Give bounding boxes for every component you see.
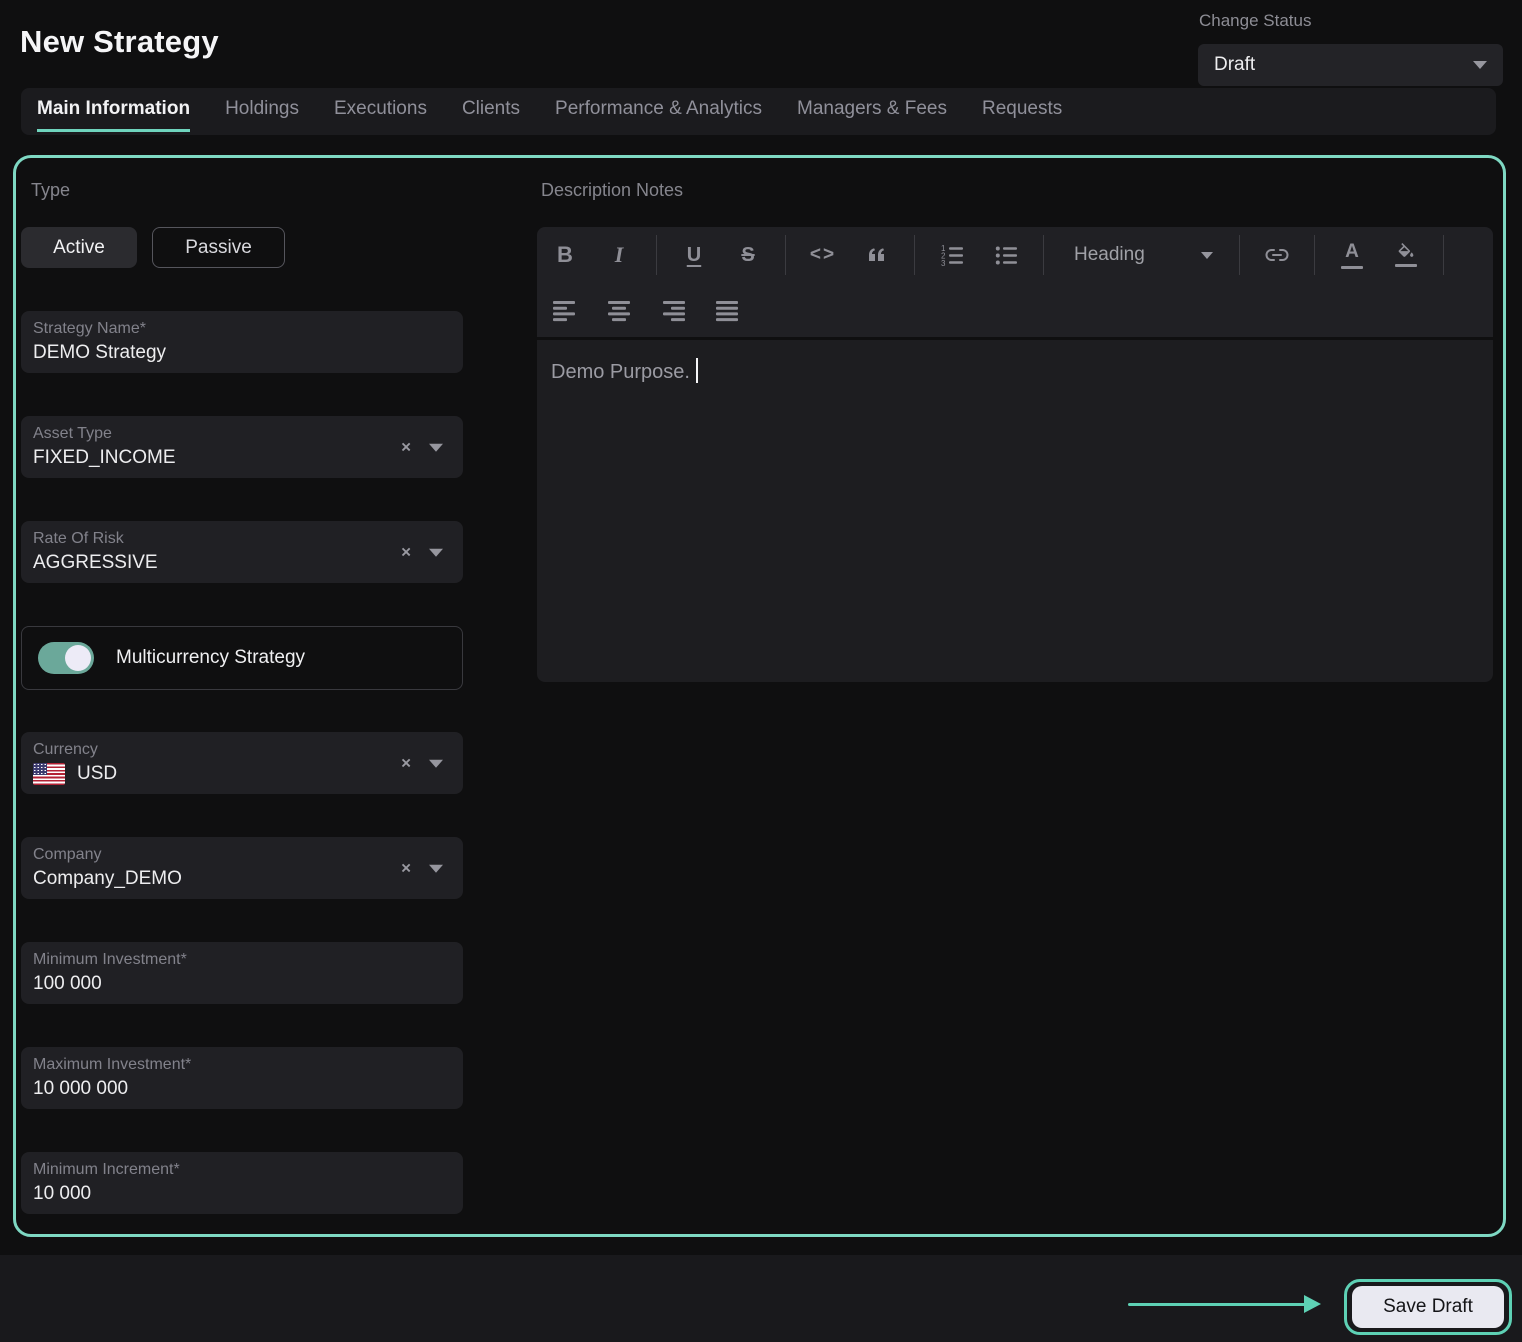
asset-type-label: Asset Type [33, 425, 451, 443]
rate-of-risk-value: AGGRESSIVE [33, 552, 451, 574]
currency-value: USD [77, 763, 117, 785]
save-draft-button[interactable]: Save Draft [1352, 1286, 1504, 1328]
editor-content: Demo Purpose. [551, 361, 690, 383]
type-active-button[interactable]: Active [21, 227, 137, 268]
tab-bar: Main Information Holdings Executions Cli… [21, 88, 1496, 135]
minimum-increment-label: Minimum Increment* [33, 1161, 451, 1179]
italic-button[interactable]: I [592, 227, 646, 283]
status-value: Draft [1214, 54, 1255, 76]
text-color-button[interactable]: A [1325, 227, 1379, 283]
highlight-arrow-line [1128, 1303, 1306, 1306]
multicurrency-row: Multicurrency Strategy [21, 626, 463, 690]
us-flag-icon [33, 763, 65, 785]
editor-toolbar: B I U S <> 123 [537, 227, 1493, 337]
tab-requests[interactable]: Requests [982, 88, 1062, 132]
fill-color-button[interactable] [1379, 227, 1433, 283]
text-color-glyph: A [1345, 241, 1359, 263]
toolbar-divider [785, 235, 786, 275]
main-information-panel: Type Active Passive Strategy Name* DEMO … [13, 155, 1506, 1237]
type-passive-button[interactable]: Passive [152, 227, 285, 268]
toolbar-row-1: B I U S <> 123 [537, 227, 1493, 283]
currency-dropdown[interactable]: Currency USD × [21, 732, 463, 794]
clear-icon[interactable]: × [401, 544, 411, 561]
tab-executions[interactable]: Executions [334, 88, 427, 132]
ordered-list-button[interactable]: 123 [925, 227, 979, 283]
chevron-down-icon[interactable] [429, 865, 443, 873]
currency-label: Currency [33, 741, 451, 759]
toolbar-divider [1314, 235, 1315, 275]
heading-label: Heading [1074, 244, 1145, 266]
change-status-label: Change Status [1199, 11, 1311, 31]
new-strategy-page: New Strategy Change Status Draft Main In… [0, 0, 1522, 1342]
company-dropdown[interactable]: Company Company_DEMO × [21, 837, 463, 899]
link-button[interactable] [1250, 227, 1304, 283]
form-left-column: Type Active Passive Strategy Name* DEMO … [21, 180, 463, 1214]
fill-color-swatch [1395, 264, 1417, 267]
align-center-button[interactable] [592, 283, 646, 337]
minimum-increment-value: 10 000 [33, 1183, 451, 1205]
maximum-investment-label: Maximum Investment* [33, 1056, 451, 1074]
strikethrough-button[interactable]: S [721, 227, 775, 283]
heading-dropdown[interactable]: Heading [1054, 227, 1229, 283]
underline-button[interactable]: U [667, 227, 721, 283]
strategy-name-label: Strategy Name* [33, 320, 451, 338]
chevron-down-icon [1201, 252, 1213, 259]
tab-performance-analytics[interactable]: Performance & Analytics [555, 88, 762, 132]
align-left-button[interactable] [538, 283, 592, 337]
toolbar-divider [1239, 235, 1240, 275]
rate-of-risk-dropdown[interactable]: Rate Of Risk AGGRESSIVE × [21, 521, 463, 583]
minimum-investment-value: 100 000 [33, 973, 451, 995]
clear-icon[interactable]: × [401, 860, 411, 877]
company-value: Company_DEMO [33, 868, 451, 890]
clear-icon[interactable]: × [401, 439, 411, 456]
toolbar-divider [1043, 235, 1044, 275]
bullet-list-button[interactable] [979, 227, 1033, 283]
strategy-name-field[interactable]: Strategy Name* DEMO Strategy [21, 311, 463, 373]
chevron-down-icon[interactable] [429, 549, 443, 557]
type-toggle-group: Active Passive [21, 227, 463, 268]
toolbar-divider [1443, 235, 1444, 275]
highlight-arrow-head-icon [1304, 1295, 1321, 1313]
tab-clients[interactable]: Clients [462, 88, 520, 132]
bold-button[interactable]: B [538, 227, 592, 283]
toolbar-divider [656, 235, 657, 275]
maximum-investment-field[interactable]: Maximum Investment* 10 000 000 [21, 1047, 463, 1109]
minimum-investment-label: Minimum Investment* [33, 951, 451, 969]
tab-main-information[interactable]: Main Information [37, 88, 190, 132]
asset-type-value: FIXED_INCOME [33, 447, 451, 469]
description-notes-editor[interactable]: Demo Purpose. [537, 340, 1493, 682]
description-notes-label: Description Notes [541, 180, 1493, 202]
company-label: Company [33, 846, 451, 864]
text-color-swatch [1341, 266, 1363, 269]
multicurrency-label: Multicurrency Strategy [116, 647, 305, 669]
svg-text:3: 3 [941, 259, 946, 267]
rate-of-risk-label: Rate Of Risk [33, 530, 451, 548]
toolbar-divider [914, 235, 915, 275]
toolbar-row-2 [537, 283, 1493, 337]
page-title: New Strategy [20, 24, 219, 60]
code-button[interactable]: <> [796, 227, 850, 283]
clear-icon[interactable]: × [401, 755, 411, 772]
toggle-knob-icon [65, 645, 91, 671]
align-justify-button[interactable] [700, 283, 754, 337]
multicurrency-toggle[interactable] [38, 642, 94, 674]
maximum-investment-value: 10 000 000 [33, 1078, 451, 1100]
chevron-down-icon[interactable] [429, 760, 443, 768]
text-cursor [696, 358, 698, 383]
tab-holdings[interactable]: Holdings [225, 88, 299, 132]
asset-type-dropdown[interactable]: Asset Type FIXED_INCOME × [21, 416, 463, 478]
chevron-down-icon[interactable] [429, 444, 443, 452]
footer-bar [0, 1255, 1522, 1342]
blockquote-button[interactable] [850, 227, 904, 283]
strategy-name-value: DEMO Strategy [33, 342, 451, 364]
tab-managers-fees[interactable]: Managers & Fees [797, 88, 947, 132]
description-notes-section: Description Notes B I U S <> 123 [537, 180, 1493, 682]
type-label: Type [31, 180, 463, 202]
align-right-button[interactable] [646, 283, 700, 337]
chevron-down-icon [1473, 61, 1487, 69]
status-dropdown[interactable]: Draft [1198, 44, 1503, 86]
minimum-investment-field[interactable]: Minimum Investment* 100 000 [21, 942, 463, 1004]
minimum-increment-field[interactable]: Minimum Increment* 10 000 [21, 1152, 463, 1214]
